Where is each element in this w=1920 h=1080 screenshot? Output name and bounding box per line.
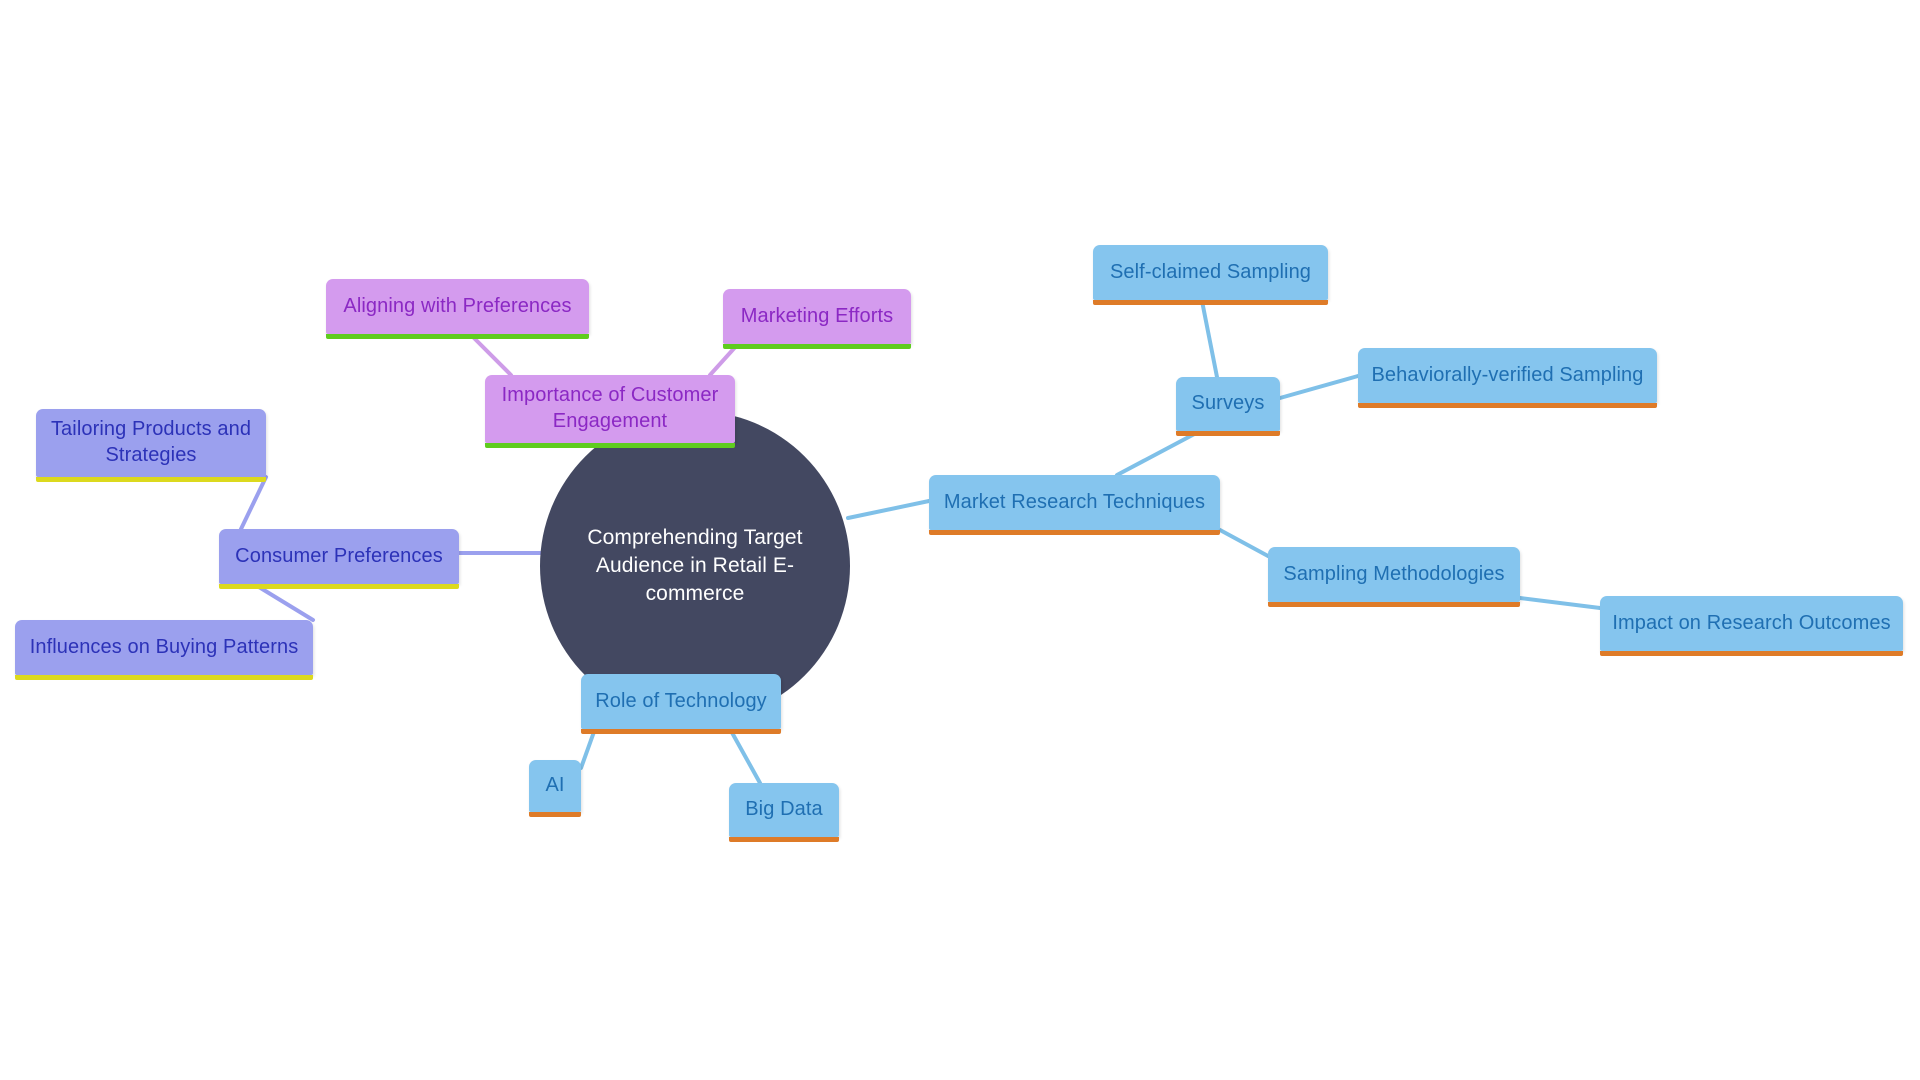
node-label-ai: AI	[545, 774, 565, 797]
node-label-role-of-technology: Role of Technology	[595, 689, 767, 712]
edge-role-of-technology-to-big-data	[728, 727, 762, 785]
node-underline-surveys	[1176, 431, 1280, 436]
node-tailoring-products-and-strategies[interactable]: Tailoring Products and Strategies	[36, 409, 266, 482]
edge-sampling-methodologies-to-impact-on-research-outcomes	[1518, 596, 1602, 610]
node-behaviorally-verified-sampling[interactable]: Behaviorally-verified Sampling	[1358, 348, 1657, 408]
node-label-marketing-efforts: Marketing Efforts	[740, 304, 894, 327]
node-impact-on-research-outcomes[interactable]: Impact on Research Outcomes	[1600, 596, 1903, 656]
node-label-market-research-techniques: Market Research Techniques	[943, 490, 1206, 513]
node-consumer-preferences[interactable]: Consumer Preferences	[219, 529, 459, 589]
node-underline-market-research-techniques	[929, 530, 1220, 535]
node-underline-influences-on-buying-patterns	[15, 675, 313, 680]
node-label-big-data: Big Data	[745, 798, 823, 821]
node-label-influences-on-buying-patterns: Influences on Buying Patterns	[29, 635, 299, 658]
edge-consumer-preferences-to-tailoring-products-and-strategies	[239, 475, 268, 531]
node-label-surveys: Surveys	[1191, 392, 1265, 415]
node-underline-importance-of-customer-engagement	[485, 443, 735, 448]
node-label-tailoring-products-and-strategies: Tailoring Products and Strategies	[50, 418, 252, 466]
node-label-importance-of-customer-engagement: Importance of Customer Engagement	[501, 384, 719, 432]
node-underline-tailoring-products-and-strategies	[36, 477, 266, 482]
node-underline-sampling-methodologies	[1268, 602, 1520, 607]
edge-market-research-techniques-to-sampling-methodologies	[1218, 528, 1270, 558]
mindmap-canvas: Comprehending Target Audience in Retail …	[0, 0, 1920, 1080]
node-underline-aligning-with-preferences	[326, 334, 589, 339]
node-label-behaviorally-verified-sampling: Behaviorally-verified Sampling	[1371, 363, 1644, 386]
node-self-claimed-sampling[interactable]: Self-claimed Sampling	[1093, 245, 1328, 305]
node-label-self-claimed-sampling: Self-claimed Sampling	[1109, 260, 1312, 283]
node-influences-on-buying-patterns[interactable]: Influences on Buying Patterns	[15, 620, 313, 680]
node-role-of-technology[interactable]: Role of Technology	[581, 674, 781, 734]
node-underline-role-of-technology	[581, 729, 781, 734]
node-marketing-efforts[interactable]: Marketing Efforts	[723, 289, 911, 349]
node-importance-of-customer-engagement[interactable]: Importance of Customer Engagement	[485, 375, 735, 448]
root-node-label: Comprehending Target Audience in Retail …	[587, 526, 803, 605]
node-aligning-with-preferences[interactable]: Aligning with Preferences	[326, 279, 589, 339]
node-underline-self-claimed-sampling	[1093, 300, 1328, 305]
edge-root-to-market-research-techniques	[846, 499, 931, 520]
node-surveys[interactable]: Surveys	[1176, 377, 1280, 436]
node-market-research-techniques[interactable]: Market Research Techniques	[929, 475, 1220, 535]
node-label-sampling-methodologies: Sampling Methodologies	[1283, 562, 1505, 585]
node-ai[interactable]: AI	[529, 760, 581, 817]
node-big-data[interactable]: Big Data	[729, 783, 839, 842]
edge-importance-of-customer-engagement-to-aligning-with-preferences	[468, 332, 513, 377]
node-underline-ai	[529, 812, 581, 817]
node-underline-big-data	[729, 837, 839, 842]
node-label-consumer-preferences: Consumer Preferences	[235, 544, 443, 567]
edge-market-research-techniques-to-surveys	[1115, 429, 1202, 477]
edge-role-of-technology-to-ai	[579, 727, 597, 770]
edge-surveys-to-self-claimed-sampling	[1200, 299, 1219, 379]
edge-surveys-to-behaviorally-verified-sampling	[1278, 374, 1360, 400]
node-label-aligning-with-preferences: Aligning with Preferences	[343, 294, 572, 317]
node-underline-marketing-efforts	[723, 344, 911, 349]
edge-consumer-preferences-to-influences-on-buying-patterns	[252, 582, 315, 622]
node-label-impact-on-research-outcomes: Impact on Research Outcomes	[1612, 611, 1891, 634]
node-underline-behaviorally-verified-sampling	[1358, 403, 1657, 408]
node-underline-consumer-preferences	[219, 584, 459, 589]
node-sampling-methodologies[interactable]: Sampling Methodologies	[1268, 547, 1520, 607]
node-underline-impact-on-research-outcomes	[1600, 651, 1903, 656]
